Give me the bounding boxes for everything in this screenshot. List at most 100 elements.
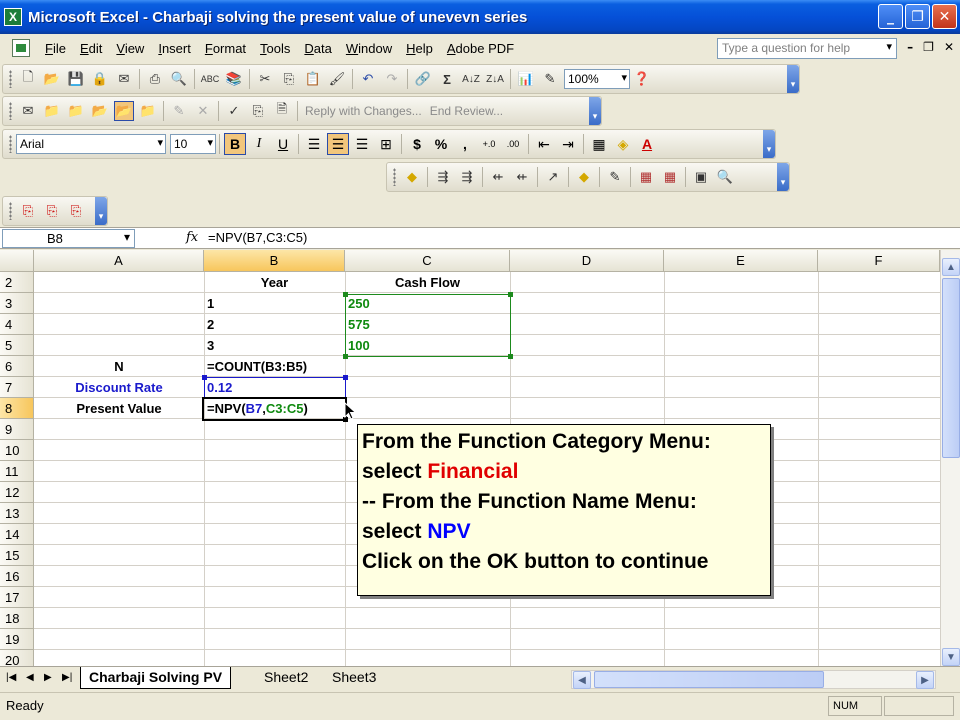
sort-ascending-icon[interactable]: A↓Z [461, 69, 481, 89]
review-icon-4[interactable]: 📂 [90, 101, 110, 121]
cell-b2[interactable]: Year [204, 272, 345, 293]
column-header-f[interactable]: F [818, 250, 940, 272]
borders-button[interactable]: ▦ [588, 133, 610, 155]
convert-and-review-icon[interactable]: ⎘ [66, 201, 86, 221]
circle-invalid-icon[interactable]: ▦ [636, 167, 656, 187]
permission-icon[interactable]: 🔒 [90, 69, 110, 89]
row-header[interactable]: 20 [0, 650, 34, 666]
row-header[interactable]: 18 [0, 608, 34, 629]
row-header[interactable]: 14 [0, 524, 34, 545]
review-toolbar-chevron[interactable]: ▾ [589, 97, 601, 125]
scroll-left-button[interactable]: ◀ [573, 671, 591, 689]
menu-format[interactable]: Format [198, 41, 253, 56]
clear-circles-icon[interactable]: ▦ [660, 167, 680, 187]
column-header-a[interactable]: A [34, 250, 204, 272]
cell-b4[interactable]: 2 [204, 314, 345, 335]
menu-adobe-pdf[interactable]: Adobe PDF [440, 41, 521, 56]
menu-edit[interactable]: Edit [73, 41, 109, 56]
reply-with-changes-button[interactable]: Reply with Changes... [305, 104, 422, 118]
minimize-button[interactable]: _ [878, 4, 903, 29]
font-size-select[interactable]: 10 [170, 134, 216, 154]
cell-a8[interactable]: Present Value [34, 398, 204, 419]
next-sheet-icon[interactable]: ▶ [44, 672, 52, 683]
scroll-right-button[interactable]: ▶ [916, 671, 934, 689]
end-review-button[interactable]: End Review... [430, 104, 503, 118]
column-header-e[interactable]: E [664, 250, 818, 272]
last-sheet-icon[interactable]: ▶| [62, 672, 72, 683]
trace-error-icon[interactable]: ◆ [574, 167, 594, 187]
merge-center-button[interactable]: ⊞ [375, 133, 397, 155]
formula-input[interactable]: =NPV(B7,C3:C5) [208, 230, 307, 245]
watch-window-icon[interactable]: ▣ [691, 167, 711, 187]
help-search-input[interactable]: Type a question for help [717, 38, 897, 59]
cell-a7[interactable]: Discount Rate [34, 377, 204, 398]
align-right-button[interactable]: ☰ [351, 133, 373, 155]
sheet-tab-charbaji-solving-pv[interactable]: Charbaji Solving PV [80, 667, 232, 689]
align-center-button[interactable]: ☰ [327, 133, 349, 155]
review-icon-7[interactable]: ✎ [169, 101, 189, 121]
align-left-button[interactable]: ☰ [303, 133, 325, 155]
review-icon-6[interactable]: 📁 [138, 101, 158, 121]
print-icon[interactable]: ⎙ [145, 69, 165, 89]
excel-app-icon[interactable]: X [4, 8, 22, 26]
convert-to-pdf-icon[interactable]: ⎘ [18, 201, 38, 221]
vertical-scroll-thumb[interactable] [942, 278, 960, 458]
row-header[interactable]: 2 [0, 272, 34, 293]
row-header-selected[interactable]: 8 [0, 398, 34, 419]
evaluate-formula-icon[interactable]: 🔍 [715, 167, 735, 187]
sheet-tab-sheet2[interactable]: Sheet2 [256, 667, 316, 689]
underline-button[interactable]: U [272, 133, 294, 155]
column-header-b[interactable]: B [204, 250, 345, 272]
row-header[interactable]: 3 [0, 293, 34, 314]
italic-button[interactable]: I [248, 133, 270, 155]
cell-a6[interactable]: N [34, 356, 204, 377]
vertical-scrollbar[interactable]: ▲ ▼ [940, 250, 960, 666]
new-comment-icon[interactable]: ✎ [605, 167, 625, 187]
increase-indent-button[interactable]: ⇥ [557, 133, 579, 155]
review-icon-5[interactable]: 📂 [114, 101, 134, 121]
row-header[interactable]: 11 [0, 461, 34, 482]
menu-window[interactable]: Window [339, 41, 399, 56]
increase-decimal-button[interactable]: +.0 [478, 133, 500, 155]
redo-icon[interactable]: ↷ [382, 69, 402, 89]
fill-color-button[interactable]: ◈ [612, 133, 634, 155]
font-name-select[interactable]: Arial [16, 134, 166, 154]
comma-button[interactable]: , [454, 133, 476, 155]
help-icon[interactable]: ❓ [632, 69, 652, 89]
remove-dependents-icon[interactable]: ⇷ [512, 167, 532, 187]
menu-data[interactable]: Data [297, 41, 338, 56]
trace-precedents-icon[interactable]: ⇶ [433, 167, 453, 187]
cell-b3[interactable]: 1 [204, 293, 345, 314]
print-preview-icon[interactable]: 🔍 [169, 69, 189, 89]
review-icon-8[interactable]: ✕ [193, 101, 213, 121]
menu-help[interactable]: Help [399, 41, 440, 56]
select-all-corner[interactable] [0, 250, 34, 272]
decrease-decimal-button[interactable]: .00 [502, 133, 524, 155]
row-header[interactable]: 5 [0, 335, 34, 356]
column-header-c[interactable]: C [345, 250, 510, 272]
email-icon[interactable]: ✉ [114, 69, 134, 89]
pdf-toolbar-chevron[interactable]: ▾ [95, 197, 107, 225]
zoom-select[interactable]: 100% [564, 69, 630, 89]
decrease-indent-button[interactable]: ⇤ [533, 133, 555, 155]
convert-and-email-icon[interactable]: ⎘ [42, 201, 62, 221]
column-header-d[interactable]: D [510, 250, 664, 272]
restore-button[interactable]: ❐ [905, 4, 930, 29]
row-header[interactable]: 16 [0, 566, 34, 587]
cell-b6[interactable]: =COUNT(B3:B5) [204, 356, 345, 377]
percent-button[interactable]: % [430, 133, 452, 155]
row-header[interactable]: 9 [0, 419, 34, 440]
sheet-tab-sheet3[interactable]: Sheet3 [324, 667, 384, 689]
menu-tools[interactable]: Tools [253, 41, 297, 56]
row-header[interactable]: 15 [0, 545, 34, 566]
doc-minimize-icon[interactable]: – [907, 40, 913, 54]
close-button[interactable]: ✕ [932, 4, 957, 29]
error-checking-icon[interactable]: ◆ [402, 167, 422, 187]
currency-button[interactable]: $ [406, 133, 428, 155]
prev-sheet-icon[interactable]: ◀ [26, 672, 34, 683]
open-icon[interactable]: 📂 [42, 69, 62, 89]
cell-c2[interactable]: Cash Flow [345, 272, 510, 293]
review-icon-3[interactable]: 📁 [66, 101, 86, 121]
row-header[interactable]: 4 [0, 314, 34, 335]
menu-view[interactable]: View [109, 41, 151, 56]
